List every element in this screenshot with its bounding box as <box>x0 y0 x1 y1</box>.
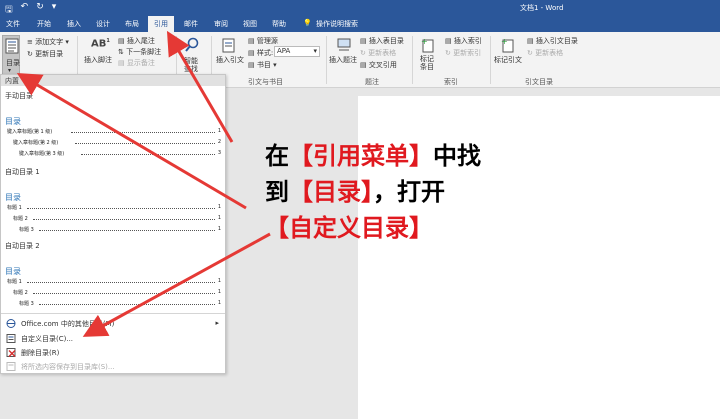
arrow-to-custom-toc <box>82 232 271 337</box>
arrow-to-toc-button <box>16 72 247 210</box>
arrow-to-references-tab <box>166 30 234 143</box>
watermark-text: 知乎 @PDF技巧大师 <box>510 379 668 399</box>
annotation-arrows <box>16 30 271 337</box>
